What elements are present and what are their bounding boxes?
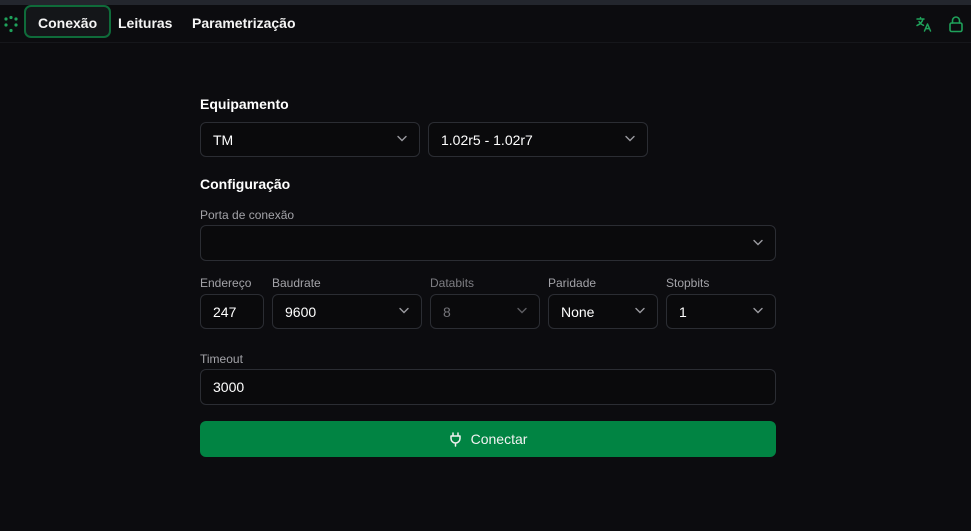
stopbits-label: Stopbits bbox=[666, 276, 710, 290]
top-navigation: Conexão Leituras Parametrização bbox=[0, 5, 971, 43]
version-select-value: 1.02r5 - 1.02r7 bbox=[441, 131, 533, 148]
databits-value: 8 bbox=[443, 303, 451, 320]
baudrate-select[interactable]: 9600 bbox=[272, 294, 422, 329]
equipamento-heading: Equipamento bbox=[200, 96, 289, 112]
chevron-down-icon bbox=[625, 135, 635, 142]
chevron-down-icon bbox=[753, 239, 763, 246]
baudrate-label: Baudrate bbox=[272, 276, 321, 290]
stopbits-value: 1 bbox=[679, 303, 687, 320]
porta-select[interactable] bbox=[200, 225, 776, 261]
baudrate-value: 9600 bbox=[285, 303, 317, 320]
conectar-button[interactable]: Conectar bbox=[200, 421, 776, 457]
model-select-value: TM bbox=[213, 131, 234, 148]
porta-label: Porta de conexão bbox=[200, 208, 295, 222]
tab-leituras[interactable]: Leituras bbox=[118, 9, 172, 38]
tab-parametrizacao[interactable]: Parametrização bbox=[192, 9, 296, 38]
model-select[interactable]: TM bbox=[200, 122, 420, 157]
paridade-select[interactable]: None bbox=[548, 294, 658, 329]
paridade-label: Paridade bbox=[548, 276, 597, 290]
stopbits-select[interactable]: 1 bbox=[666, 294, 776, 329]
chevron-down-icon bbox=[517, 307, 527, 314]
conectar-label: Conectar bbox=[470, 431, 528, 447]
plug-icon bbox=[449, 431, 461, 447]
chevron-down-icon bbox=[753, 307, 763, 314]
endereco-label: Endereço bbox=[200, 276, 252, 290]
app-logo-icon bbox=[4, 15, 18, 33]
chevron-down-icon bbox=[635, 307, 645, 314]
configuracao-heading: Configuração bbox=[200, 176, 291, 192]
paridade-value: None bbox=[561, 303, 595, 320]
timeout-label: Timeout bbox=[200, 352, 243, 366]
tab-conexao[interactable]: Conexão bbox=[24, 5, 112, 38]
databits-label: Databits bbox=[430, 276, 475, 290]
chevron-down-icon bbox=[397, 135, 407, 142]
chevron-down-icon bbox=[399, 307, 409, 314]
timeout-input[interactable]: 3000 bbox=[200, 369, 776, 405]
lock-icon[interactable] bbox=[947, 15, 965, 33]
databits-select: 8 bbox=[430, 294, 540, 329]
endereco-input[interactable]: 247 bbox=[200, 294, 264, 329]
translate-icon[interactable] bbox=[915, 15, 933, 33]
timeout-value: 3000 bbox=[213, 379, 245, 395]
endereco-value: 247 bbox=[213, 303, 237, 320]
version-select[interactable]: 1.02r5 - 1.02r7 bbox=[428, 122, 648, 157]
